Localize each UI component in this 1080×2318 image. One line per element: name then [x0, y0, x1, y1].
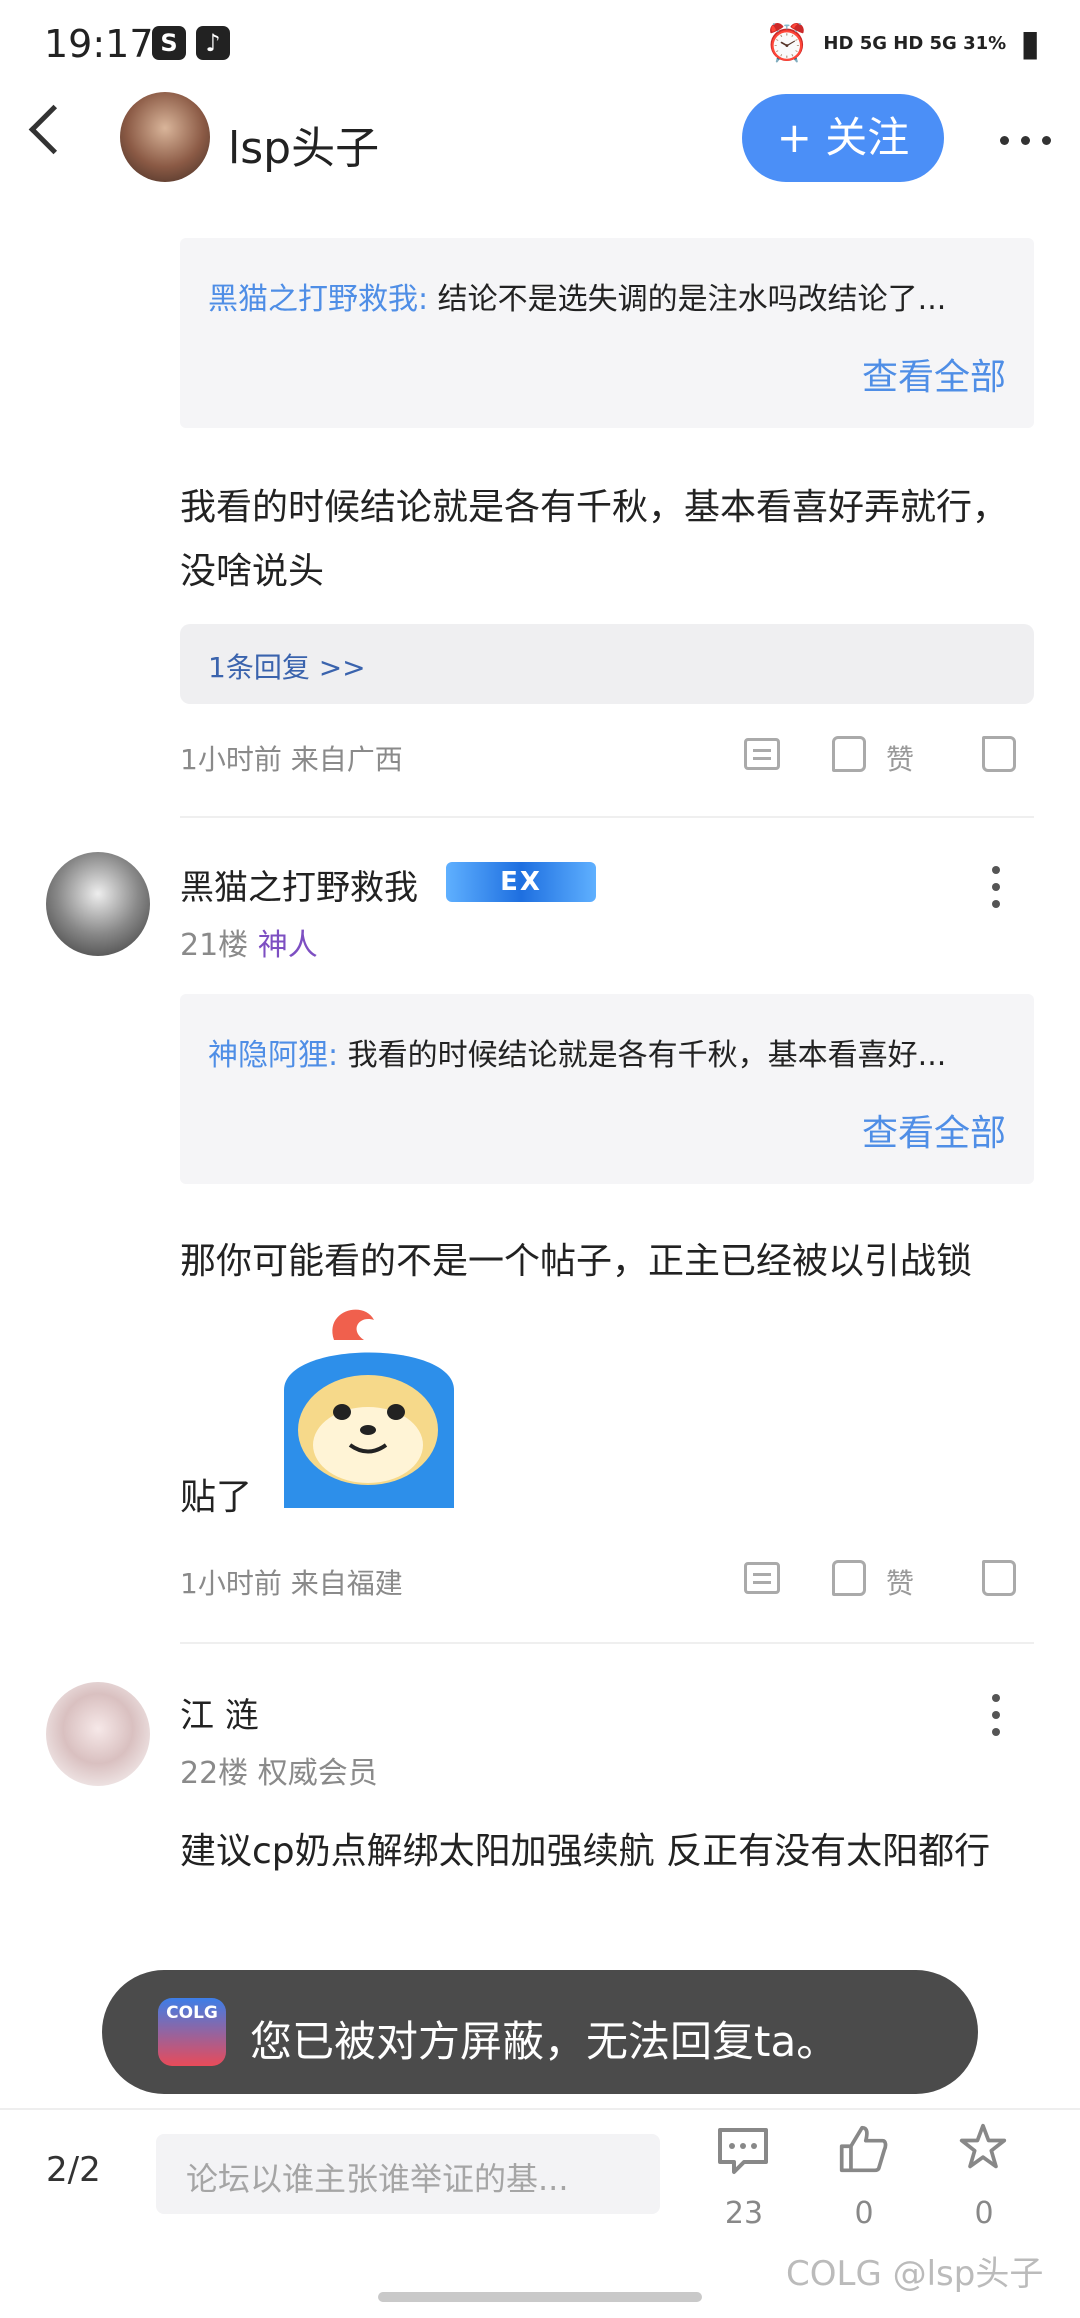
status-bar: 19:17 S ♪ ⏰ HD 5G HD 5G 31% ▮: [0, 0, 1080, 90]
like-label[interactable]: 赞: [886, 738, 914, 778]
user-title: 神人: [257, 928, 318, 963]
toast-message: 您已被对方屏蔽，无法回复ta。: [250, 2017, 839, 2066]
alarm-icon: ⏰: [764, 23, 810, 64]
comment-count: 23: [724, 2196, 764, 2231]
user-avatar[interactable]: [46, 852, 150, 956]
quote-line: 黑猫之打野救我: 结论不是选失调的是注水吗改结论了...: [208, 274, 1008, 318]
battery-icon: ▮: [1020, 22, 1040, 64]
comment-icon[interactable]: [744, 1562, 780, 1594]
quote-author[interactable]: 黑猫之打野救我:: [208, 282, 428, 317]
reply-placeholder: 论坛以谁主张谁举证的基...: [186, 2160, 569, 2198]
like-icon[interactable]: [836, 2124, 890, 2174]
quote-line: 神隐阿狸: 我看的时候结论就是各有千秋，基本看喜好...: [208, 1030, 1008, 1074]
status-time: 19:17: [44, 22, 154, 66]
like-icon[interactable]: [832, 736, 866, 772]
post-meta: 1小时前 来自福建: [180, 1567, 403, 1600]
s-app-icon: S: [152, 26, 186, 60]
post-body: 建议cp奶点解绑太阳加强续航 反正有没有太阳都行: [180, 1831, 991, 1872]
colg-logo-icon: COLG: [158, 1998, 226, 2066]
post-meta: 1小时前 来自广西: [180, 743, 403, 776]
like-icon[interactable]: [832, 1560, 866, 1596]
star-icon[interactable]: [956, 2122, 1010, 2172]
floor-info: 21楼 神人: [180, 920, 318, 964]
more-options-icon[interactable]: [1000, 136, 1051, 145]
status-right: ⏰ HD 5G HD 5G 31% ▮: [764, 22, 1040, 65]
replies-link[interactable]: 1条回复 >>: [180, 624, 1034, 704]
comment-icon[interactable]: [744, 738, 780, 770]
follow-button[interactable]: + 关注: [742, 94, 944, 182]
quoted-reply[interactable]: 黑猫之打野救我: 结论不是选失调的是注水吗改结论了... 查看全部: [180, 238, 1034, 428]
like-count: 0: [854, 2196, 874, 2231]
user-avatar[interactable]: [120, 92, 210, 182]
post-options-icon[interactable]: [992, 1694, 1000, 1736]
user-name[interactable]: 黑猫之打野救我: [180, 860, 418, 909]
post-body-continued: 贴了: [180, 1477, 253, 1518]
page-title: lsp头子: [228, 123, 380, 174]
tiktok-icon: ♪: [196, 26, 230, 60]
floor-info: 22楼 权威会员: [180, 1748, 378, 1792]
see-all-link[interactable]: 查看全部: [862, 348, 1006, 400]
floor-number: 22楼: [180, 1756, 249, 1791]
ex-badge: EX: [446, 862, 596, 902]
reply-input[interactable]: 论坛以谁主张谁举证的基...: [156, 2134, 660, 2214]
divider: [180, 816, 1034, 818]
quote-author[interactable]: 神隐阿狸:: [208, 1038, 338, 1073]
post-body: 我看的时候结论就是各有千秋，基本看喜好弄就行，没啥说头: [180, 487, 1009, 592]
page-indicator[interactable]: 2/2: [46, 2150, 101, 2190]
user-avatar[interactable]: [46, 1682, 150, 1786]
user-title: 权威会员: [257, 1756, 378, 1791]
reply-count: 1条回复 >>: [208, 651, 366, 684]
watermark: COLG @lsp头子: [786, 2254, 1044, 2294]
post-body: 那你可能看的不是一个帖子，正主已经被以引战锁: [180, 1241, 973, 1282]
quote-text: 结论不是选失调的是注水吗改结论了...: [437, 282, 947, 317]
quoted-reply[interactable]: 神隐阿狸: 我看的时候结论就是各有千秋，基本看喜好... 查看全部: [180, 994, 1034, 1184]
floor-number: 21楼: [180, 928, 249, 963]
comment-icon[interactable]: [716, 2126, 770, 2176]
divider: [180, 1642, 1034, 1644]
dislike-icon[interactable]: [982, 1560, 1016, 1596]
user-name[interactable]: 江 涟: [180, 1688, 259, 1737]
favorite-count: 0: [974, 2196, 994, 2231]
network-indicators: HD 5G HD 5G 31%: [823, 32, 1007, 54]
quote-text: 我看的时候结论就是各有千秋，基本看喜好...: [347, 1038, 947, 1073]
dog-sticker-emoji: [284, 1309, 454, 1508]
dislike-icon[interactable]: [982, 736, 1016, 772]
toast-notification: COLG 您已被对方屏蔽，无法回复ta。: [102, 1970, 978, 2094]
like-label[interactable]: 赞: [886, 1562, 914, 1602]
see-all-link[interactable]: 查看全部: [862, 1104, 1006, 1156]
post-options-icon[interactable]: [992, 866, 1000, 908]
home-indicator[interactable]: [378, 2292, 702, 2302]
